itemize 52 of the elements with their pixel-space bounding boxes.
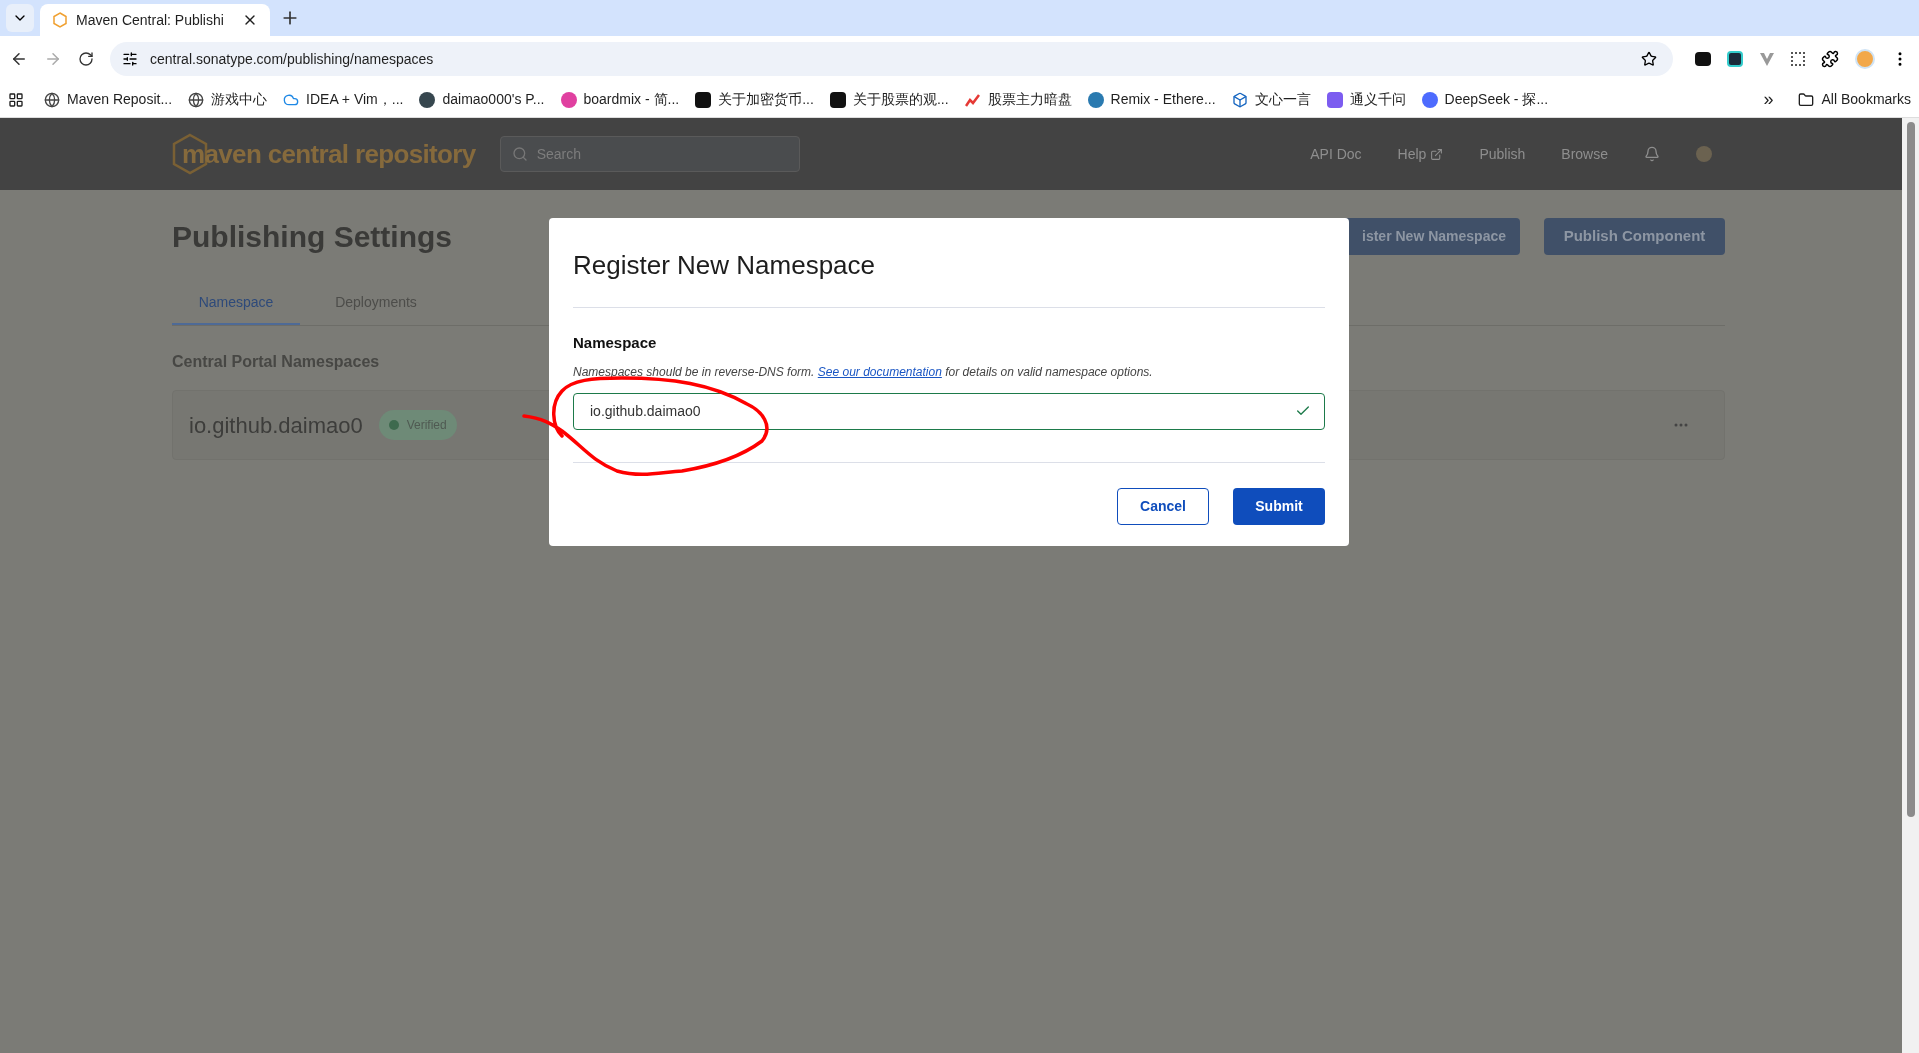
site-icon (1087, 91, 1104, 108)
star-icon[interactable] (1641, 51, 1657, 67)
external-link-icon (1430, 147, 1444, 161)
bookmark-link[interactable]: daimao000's P... (442, 89, 545, 110)
reload-icon[interactable] (78, 51, 94, 67)
apps-icon[interactable] (8, 91, 24, 108)
site-icon (560, 91, 577, 108)
dialog-title: Register New Namespace (573, 249, 876, 282)
site-icon (1326, 91, 1343, 108)
all-bookmarks-link[interactable]: All Bookmarks (1821, 89, 1911, 110)
address-bar[interactable]: central.sonatype.com/publishing/namespaces (110, 42, 1673, 76)
help-text: Namespaces should be in reverse-DNS form. See our documentation for details on valid namespace options. (573, 363, 1154, 381)
bookmark-link[interactable]: 文心一言 (1254, 89, 1311, 110)
submit-button[interactable]: Submit (1233, 487, 1325, 525)
cube-icon (1231, 91, 1248, 108)
bell-icon[interactable] (1644, 146, 1660, 162)
hexagon-icon (52, 12, 68, 28)
bookmark-link[interactable]: Maven Reposit... (67, 89, 173, 110)
bookmark-link[interactable]: 关于股票的观... (852, 89, 949, 110)
bookmark-link[interactable]: boardmix - 简... (583, 89, 680, 110)
back-icon[interactable] (10, 50, 28, 68)
scrollbar[interactable] (1902, 118, 1919, 1053)
site-icon (829, 91, 846, 108)
globe-icon (188, 91, 205, 108)
search-icon (511, 146, 528, 162)
site-settings-icon[interactable] (122, 51, 138, 67)
tab-search-button[interactable] (6, 4, 34, 32)
bookmarks-overflow-button[interactable]: » (1763, 86, 1774, 113)
tab-title: Maven Central: Publishi (76, 10, 225, 30)
bookmark-link[interactable]: 关于加密货币... (718, 89, 814, 110)
documentation-link[interactable]: See our documentation (817, 364, 942, 379)
extensions-icon[interactable] (1821, 50, 1839, 68)
bookmark-link[interactable]: 股票主力暗盘 (987, 89, 1072, 110)
namespace-input[interactable]: io.github.daimao0 (573, 392, 1325, 430)
site-icon (1421, 91, 1438, 108)
globe-icon (44, 91, 60, 108)
bookmark-link[interactable]: DeepSeek - 探... (1444, 89, 1549, 110)
browser-tab[interactable]: Maven Central: Publishi (40, 4, 270, 36)
site-icon (695, 91, 712, 108)
cancel-button[interactable]: Cancel (1117, 487, 1209, 525)
bookmark-link[interactable]: 游戏中心 (211, 89, 268, 110)
page-title: Publishing Settings (172, 219, 452, 255)
namespace-name: io.github.daimao0 (189, 411, 363, 440)
folder-icon (1797, 91, 1814, 108)
field-label: Namespace (573, 333, 658, 353)
url-text: central.sonatype.com/publishing/namespaces (150, 49, 434, 69)
v-logo-icon[interactable] (1759, 51, 1775, 67)
extension-icon[interactable] (1695, 52, 1711, 66)
site-icon (419, 91, 436, 108)
bookmark-link[interactable]: Remix - Ethere... (1110, 89, 1216, 110)
bookmark-link[interactable]: 通义千问 (1349, 89, 1406, 110)
bookmark-link[interactable]: IDEA + Vim，... (306, 89, 404, 110)
